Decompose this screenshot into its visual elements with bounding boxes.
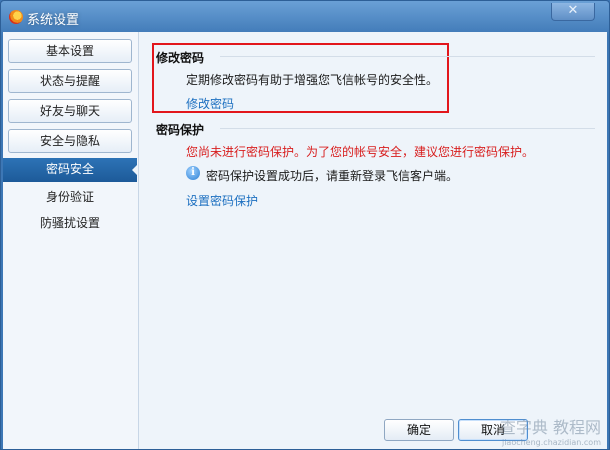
sidebar-item-anti-harassment[interactable]: 防骚扰设置 xyxy=(3,214,137,231)
protection-info-text: 密码保护设置成功后，请重新登录飞信客户端。 xyxy=(206,169,459,183)
sidebar-item-identity-verification[interactable]: 身份验证 xyxy=(3,188,137,205)
sidebar-item-password-security[interactable]: 密码安全 xyxy=(3,158,138,182)
sidebar: 基本设置 状态与提醒 好友与聊天 安全与隐私 密码安全 身份验证 防骚扰设置 xyxy=(3,32,139,449)
set-password-protection-link[interactable]: 设置密码保护 xyxy=(186,192,258,209)
close-button[interactable]: ✕ xyxy=(551,3,595,21)
change-password-description: 定期修改密码有助于增强您飞信帐号的安全性。 xyxy=(186,73,439,87)
sidebar-item-basic-settings[interactable]: 基本设置 xyxy=(8,39,132,63)
ok-button[interactable]: 确定 xyxy=(384,419,454,441)
sidebar-item-friends-chat[interactable]: 好友与聊天 xyxy=(8,99,132,123)
change-password-link[interactable]: 修改密码 xyxy=(186,95,234,112)
settings-window: 系统设置 ✕ 基本设置 状态与提醒 好友与聊天 安全与隐私 密码安全 身份验证 … xyxy=(0,0,610,450)
content-panel: 修改密码 定期修改密码有助于增强您飞信帐号的安全性。 修改密码 密码保护 您尚未… xyxy=(140,32,607,449)
sidebar-item-security-privacy[interactable]: 安全与隐私 xyxy=(8,129,132,153)
password-protection-title: 密码保护 xyxy=(156,123,205,137)
sidebar-item-status-alerts[interactable]: 状态与提醒 xyxy=(8,69,132,93)
watermark-sub: jiaocheng.chazidian.com xyxy=(501,438,601,447)
window-title: 系统设置 xyxy=(27,13,80,28)
fetion-logo-icon xyxy=(9,10,23,24)
section-divider xyxy=(220,56,595,57)
title-bar[interactable]: 系统设置 ✕ xyxy=(1,1,609,35)
info-icon: i xyxy=(186,166,200,180)
window-client: 基本设置 状态与提醒 好友与聊天 安全与隐私 密码安全 身份验证 防骚扰设置 修… xyxy=(3,32,607,449)
watermark-text: 查字典 教程网 xyxy=(499,418,601,437)
change-password-title: 修改密码 xyxy=(156,51,205,65)
close-icon: ✕ xyxy=(567,3,579,18)
watermark: 查字典 教程网 jiaocheng.chazidian.com xyxy=(500,414,601,447)
protection-warning-text: 您尚未进行密码保护。为了您的帐号安全，建议您进行密码保护。 xyxy=(186,145,535,159)
section-divider xyxy=(220,128,595,129)
